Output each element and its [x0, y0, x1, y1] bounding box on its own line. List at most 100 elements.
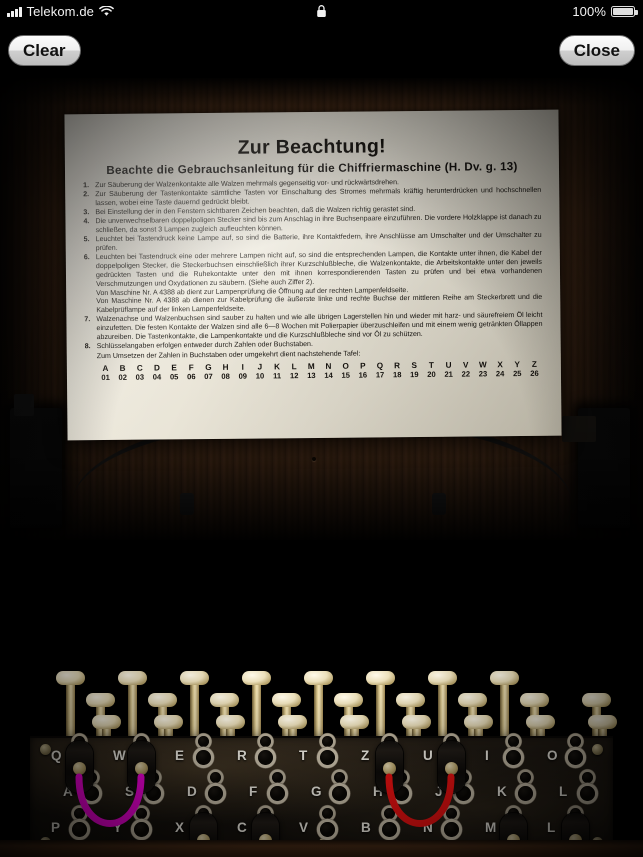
plug-socket-o-0[interactable] — [568, 750, 583, 765]
enigma-machine: QWERTZUIOASDFGHJKLPYXCVBNML — [0, 540, 643, 857]
plug-label-u-0: U — [423, 748, 433, 763]
item-text: Schlüsselangaben erfolgen entweder durch… — [96, 341, 313, 351]
status-bar-right: 100% — [572, 4, 638, 19]
plug-socket-upper-l-1[interactable] — [582, 772, 593, 783]
lid-screw-hole — [312, 457, 316, 461]
tafel-cell: W 23 — [474, 360, 491, 378]
tafel-number: 05 — [169, 371, 179, 381]
plug-socket-upper-y-2[interactable] — [136, 808, 147, 819]
plug-socket-upper-b-2[interactable] — [384, 808, 395, 819]
plug-socket-v-2[interactable] — [320, 822, 335, 837]
tafel-cell: J 10 — [251, 362, 268, 381]
plug-label-l-2: L — [547, 820, 556, 835]
plug-socket-upper-r-0[interactable] — [260, 736, 271, 747]
plug-socket-upper-f-1[interactable] — [272, 772, 283, 783]
item-number: 6. — [83, 254, 90, 262]
plug-socket-upper-e-0[interactable] — [198, 736, 209, 747]
list-item: 6. Leuchten bei Tastendruck eine oder meh… — [84, 250, 543, 316]
tafel-number: 10 — [255, 371, 265, 381]
tafel-number: 07 — [204, 371, 213, 381]
plugboard-panel[interactable]: QWERTZUIOASDFGHJKLPYXCVBNML — [30, 736, 613, 857]
clear-button[interactable]: Clear — [8, 35, 81, 66]
item-number: 2. — [83, 191, 90, 199]
inserted-plug-u0[interactable] — [438, 741, 465, 793]
status-bar-center — [0, 4, 643, 18]
plug-socket-upper-v-2[interactable] — [322, 808, 333, 819]
plug-socket-t-0[interactable] — [320, 750, 335, 765]
plug-socket-p-2[interactable] — [72, 822, 87, 837]
plug-label-y-2: Y — [113, 820, 123, 835]
enigma-photo-view[interactable]: Zur Beachtung! Beachte die Gebrauchsanle… — [0, 78, 643, 857]
tafel-cell: O 15 — [337, 362, 354, 380]
plug-label-m-2: M — [485, 820, 497, 835]
tafel-cell: S 19 — [406, 361, 423, 379]
cable-clip-right — [432, 493, 446, 515]
letter-number-table: A 01 B 02 C 03 D 04 E 05 F 06 G 07 H 08 I 09 J 10 K 11 L 12 M 13 N… — [97, 360, 543, 383]
inserted-plug-w0[interactable] — [128, 741, 155, 793]
plug-socket-e-0[interactable] — [196, 750, 211, 765]
plug-socket-d-1[interactable] — [208, 786, 223, 801]
tafel-number: 18 — [392, 369, 402, 379]
plug-label-d-1: D — [187, 784, 197, 799]
plug-socket-r-0[interactable] — [258, 750, 273, 765]
plug-socket-upper-i-0[interactable] — [508, 736, 519, 747]
tafel-cell: D 04 — [148, 363, 165, 382]
tafel-cell: A 01 — [97, 364, 114, 382]
plug-label-q-0: Q — [51, 748, 62, 763]
plug-socket-g-1[interactable] — [332, 786, 347, 801]
plug-socket-upper-o-0[interactable] — [570, 736, 581, 747]
plug-socket-l-1[interactable] — [580, 786, 595, 801]
cable-clip-left — [180, 493, 194, 515]
tafel-cell: P 16 — [354, 361, 371, 380]
plug-label-b-2: B — [361, 820, 371, 835]
plug-socket-f-1[interactable] — [270, 786, 285, 801]
tafel-cell: X 24 — [491, 360, 508, 378]
inserted-plug-z0[interactable] — [376, 741, 403, 793]
tafel-number: 04 — [152, 372, 162, 382]
item-number: 5. — [83, 236, 90, 244]
tafel-cell: N 14 — [320, 362, 337, 380]
item-number: 4. — [83, 218, 90, 226]
plug-socket-upper-k-1[interactable] — [520, 772, 531, 783]
plug-label-p-2: P — [51, 820, 61, 835]
plug-socket-y-2[interactable] — [134, 822, 149, 837]
tafel-cell: B 02 — [114, 364, 131, 382]
tafel-cell: Q 17 — [371, 361, 388, 379]
tafel-number: 06 — [187, 371, 196, 381]
placard-instruction-list: 1. Zur Säuberung der Walzenkontakte alle … — [83, 178, 543, 352]
lock-icon — [316, 4, 327, 18]
plug-socket-i-0[interactable] — [506, 750, 521, 765]
tafel-cell: Y 25 — [509, 360, 526, 378]
tafel-number: 22 — [461, 369, 471, 379]
tafel-number: 26 — [530, 368, 539, 378]
tafel-number: 03 — [135, 372, 145, 382]
plug-label-k-1: K — [497, 784, 507, 799]
plug-label-i-0: I — [485, 748, 489, 763]
tafel-cell: I 09 — [234, 363, 251, 381]
instruction-placard: Zur Beachtung! Beachte die Gebrauchsanle… — [64, 109, 562, 441]
tafel-cell: C 03 — [131, 364, 148, 382]
tafel-number: 16 — [358, 370, 368, 380]
plug-socket-upper-d-1[interactable] — [210, 772, 221, 783]
tafel-number: 25 — [513, 368, 522, 378]
plug-socket-b-2[interactable] — [382, 822, 397, 837]
plug-label-e-0: E — [175, 748, 185, 763]
plug-socket-n-2[interactable] — [444, 822, 459, 837]
item-number: 1. — [83, 182, 90, 190]
tafel-number: 21 — [444, 369, 453, 379]
tafel-number: 17 — [375, 369, 385, 379]
item-text: Zur Säuberung der Walzenkontakte alle Wa… — [95, 179, 399, 190]
plug-socket-upper-n-2[interactable] — [446, 808, 457, 819]
placard-subtitle: Beachte die Gebrauchsanleitung für die C… — [106, 160, 518, 177]
tafel-number: 12 — [289, 370, 299, 380]
tafel-cell: E 05 — [165, 363, 182, 381]
close-button[interactable]: Close — [558, 35, 635, 66]
plug-socket-upper-p-2[interactable] — [74, 808, 85, 819]
inserted-plug-q0[interactable] — [66, 741, 93, 793]
placard-title: Zur Beachtung! — [237, 135, 387, 159]
tafel-number: 19 — [410, 369, 419, 379]
plug-socket-upper-t-0[interactable] — [322, 736, 333, 747]
item-text: Leuchtet bei Tastendruck keine Lampe auf… — [95, 232, 542, 253]
plug-socket-upper-g-1[interactable] — [334, 772, 345, 783]
plug-socket-k-1[interactable] — [518, 786, 533, 801]
